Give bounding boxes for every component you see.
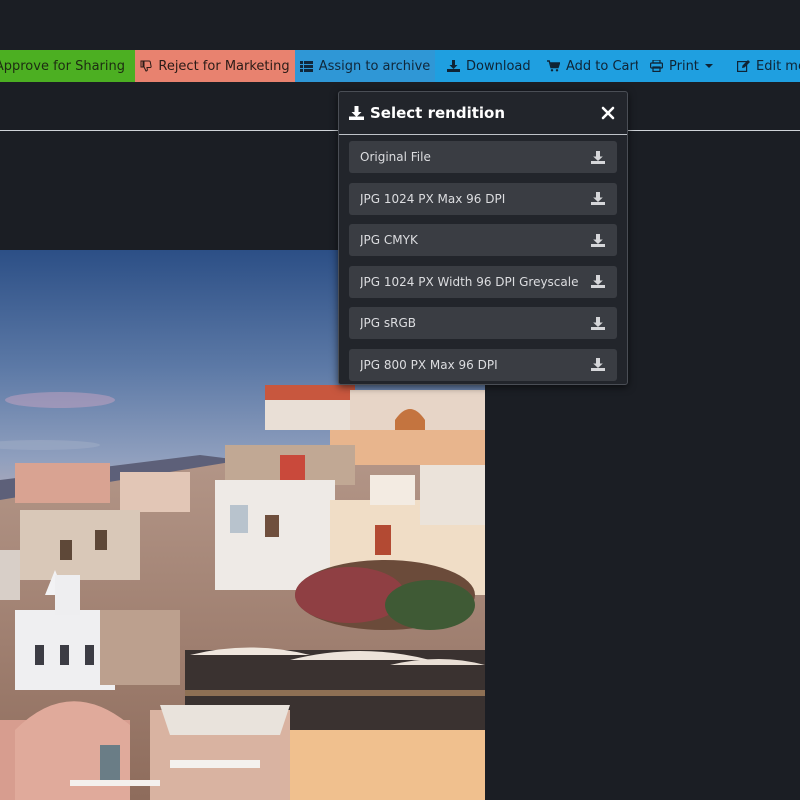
download-icon bbox=[447, 60, 460, 72]
print-dropdown-button[interactable]: Print bbox=[638, 50, 725, 82]
cart-icon bbox=[547, 60, 560, 72]
chevron-down-icon bbox=[704, 64, 713, 68]
rendition-item[interactable]: JPG sRGB bbox=[349, 307, 617, 339]
printer-icon bbox=[650, 60, 663, 72]
download-label: Download bbox=[466, 58, 531, 74]
rendition-label: Original File bbox=[360, 150, 431, 164]
assign-to-archive-button[interactable]: Assign to archive bbox=[295, 50, 435, 82]
edit-button[interactable]: Edit me bbox=[725, 50, 800, 82]
rendition-label: JPG 1024 PX Max 96 DPI bbox=[360, 191, 506, 206]
popup-header: Select rendition bbox=[339, 92, 627, 135]
thumbs-down-icon bbox=[140, 60, 152, 72]
download-icon bbox=[591, 233, 605, 247]
reject-label: Reject for Marketing bbox=[158, 58, 290, 74]
approve-label: Approve for Sharing bbox=[0, 58, 125, 74]
rendition-item[interactable]: JPG 1024 PX Width 96 DPI Greyscale bbox=[349, 265, 617, 298]
rendition-item[interactable]: JPG CMYK bbox=[349, 224, 617, 256]
select-rendition-popup: Select rendition Original File JPG 1024 … bbox=[338, 91, 628, 385]
action-toolbar: Approve for Sharing Reject for Marketing… bbox=[0, 50, 800, 82]
reject-for-marketing-button[interactable]: Reject for Marketing bbox=[135, 50, 295, 82]
cart-label: Add to Cart bbox=[566, 58, 640, 74]
rendition-label: JPG 800 PX Max 96 DPI bbox=[360, 357, 498, 372]
rendition-label: JPG sRGB bbox=[360, 316, 417, 330]
edit-icon bbox=[737, 60, 750, 72]
close-icon[interactable] bbox=[599, 104, 617, 122]
popup-title: Select rendition bbox=[370, 104, 505, 122]
list-icon bbox=[299, 60, 313, 72]
download-button[interactable]: Download bbox=[435, 50, 535, 82]
download-icon bbox=[591, 150, 605, 164]
rendition-label: JPG CMYK bbox=[360, 233, 418, 247]
download-icon bbox=[591, 316, 605, 330]
rendition-item[interactable]: JPG 800 PX Max 96 DPI bbox=[349, 348, 617, 381]
download-icon bbox=[591, 275, 605, 288]
rendition-label: JPG 1024 PX Width 96 DPI Greyscale bbox=[360, 274, 579, 289]
add-to-cart-button[interactable]: Add to Cart bbox=[535, 50, 640, 82]
download-icon bbox=[349, 106, 364, 120]
edit-label: Edit me bbox=[756, 58, 800, 74]
rendition-item[interactable]: Original File bbox=[349, 141, 617, 173]
approve-for-sharing-button[interactable]: Approve for Sharing bbox=[0, 50, 135, 82]
print-label: Print bbox=[669, 58, 699, 74]
rendition-list: Original File JPG 1024 PX Max 96 DPI JPG… bbox=[339, 135, 627, 381]
download-icon bbox=[591, 358, 605, 371]
archive-label: Assign to archive bbox=[318, 58, 431, 74]
rendition-item[interactable]: JPG 1024 PX Max 96 DPI bbox=[349, 182, 617, 215]
download-icon bbox=[591, 192, 605, 205]
